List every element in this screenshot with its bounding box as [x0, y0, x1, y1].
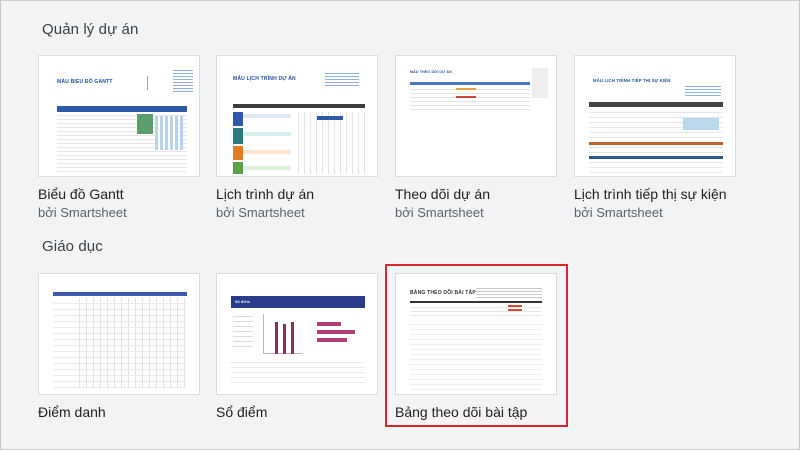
- thumbnail-chart-bar: [291, 322, 294, 354]
- template-title[interactable]: Lịch trình tiếp thị sự kiện: [574, 186, 727, 202]
- thumbnail-heading: MẪU BIỂU ĐỒ GANTT: [57, 79, 113, 85]
- template-card-project-tracking[interactable]: MẪU THEO DÕI DỰ ÁN Theo dõi dự án bởi Sm…: [395, 55, 557, 220]
- template-thumbnail[interactable]: MẪU LỊCH TRÌNH TIẾP THỊ SỰ KIỆN: [574, 55, 736, 177]
- highlight-box: [385, 264, 568, 427]
- thumbnail-rows: [231, 358, 365, 386]
- thumbnail-phase-teal: [233, 128, 243, 144]
- template-title[interactable]: Theo dõi dự án: [395, 186, 490, 202]
- thumbnail-header-bar: [53, 292, 187, 296]
- thumbnail-grid: [293, 112, 365, 174]
- thumbnail-heading: Sổ điểm: [235, 300, 251, 304]
- thumbnail-bar: [317, 116, 343, 120]
- thumbnail-row: [243, 150, 291, 154]
- thumbnail-legend-text: [173, 70, 193, 92]
- thumbnail-bar: [683, 118, 719, 130]
- template-card-project-schedule[interactable]: MẪU LỊCH TRÌNH DỰ ÁN Lịch trình dự án bở…: [216, 55, 378, 220]
- template-author: bởi Smartsheet: [216, 205, 305, 220]
- thumbnail-row: [243, 166, 291, 170]
- template-title[interactable]: Sổ điểm: [216, 404, 267, 420]
- thumbnail-hbar: [317, 330, 355, 334]
- thumbnail-stats: [233, 312, 253, 348]
- template-author: bởi Smartsheet: [395, 205, 484, 220]
- thumbnail-chart-bar: [275, 322, 278, 354]
- thumbnail-phase-orange: [233, 146, 243, 160]
- thumbnail-gantt-bars: [155, 116, 183, 150]
- thumbnail-header-bar: [233, 104, 365, 108]
- thumbnail-hbar: [317, 338, 347, 342]
- template-title[interactable]: Lịch trình dự án: [216, 186, 314, 202]
- thumbnail-side-panel: [532, 68, 548, 98]
- thumbnail-grid: [73, 298, 187, 388]
- template-author: bởi Smartsheet: [574, 205, 663, 220]
- thumbnail-legend: [147, 76, 171, 90]
- thumbnail-header-bar: [410, 82, 530, 85]
- thumbnail-phase-green: [233, 162, 243, 174]
- template-card-event-marketing[interactable]: MẪU LỊCH TRÌNH TIẾP THỊ SỰ KIỆN Lịch trì…: [574, 55, 736, 220]
- thumbnail-divider-orange: [589, 142, 723, 145]
- thumbnail-chart-bar: [283, 324, 286, 354]
- thumbnail-status: [456, 88, 476, 90]
- template-thumbnail[interactable]: [38, 273, 200, 395]
- thumbnail-hbar: [317, 322, 341, 326]
- section-title-project-management: Quản lý dự án: [42, 21, 139, 38]
- template-author: bởi Smartsheet: [38, 205, 127, 220]
- template-thumbnail[interactable]: MẪU LỊCH TRÌNH DỰ ÁN: [216, 55, 378, 177]
- template-title[interactable]: Điểm danh: [38, 404, 106, 420]
- template-title[interactable]: Biểu đồ Gantt: [38, 186, 124, 202]
- thumbnail-heading: MẪU LỊCH TRÌNH DỰ ÁN: [233, 76, 296, 82]
- template-thumbnail[interactable]: MẪU BIỂU ĐỒ GANTT: [38, 55, 200, 177]
- template-card-gantt[interactable]: MẪU BIỂU ĐỒ GANTT Biểu đồ Gantt bởi Smar…: [38, 55, 200, 220]
- thumbnail-header-bar: [231, 296, 365, 308]
- thumbnail-row: [243, 114, 291, 118]
- template-thumbnail[interactable]: Sổ điểm: [216, 273, 378, 395]
- thumbnail-heading: MẪU LỊCH TRÌNH TIẾP THỊ SỰ KIỆN: [593, 78, 671, 83]
- template-card-attendance[interactable]: Điểm danh: [38, 273, 200, 420]
- thumbnail-status: [456, 96, 476, 98]
- template-thumbnail[interactable]: MẪU THEO DÕI DỰ ÁN: [395, 55, 557, 177]
- thumbnail-divider-blue: [589, 156, 723, 159]
- thumbnail-legend: [685, 86, 721, 98]
- template-card-gradebook[interactable]: Sổ điểm Sổ điểm: [216, 273, 378, 420]
- thumbnail-header-bar: [589, 102, 723, 107]
- thumbnail-status-green: [137, 114, 153, 134]
- thumbnail-row: [243, 132, 291, 136]
- thumbnail-phase-blue: [233, 112, 243, 126]
- thumbnail-legend: [325, 73, 359, 87]
- section-title-education: Giáo dục: [42, 238, 103, 255]
- thumbnail-heading: MẪU THEO DÕI DỰ ÁN: [410, 70, 452, 74]
